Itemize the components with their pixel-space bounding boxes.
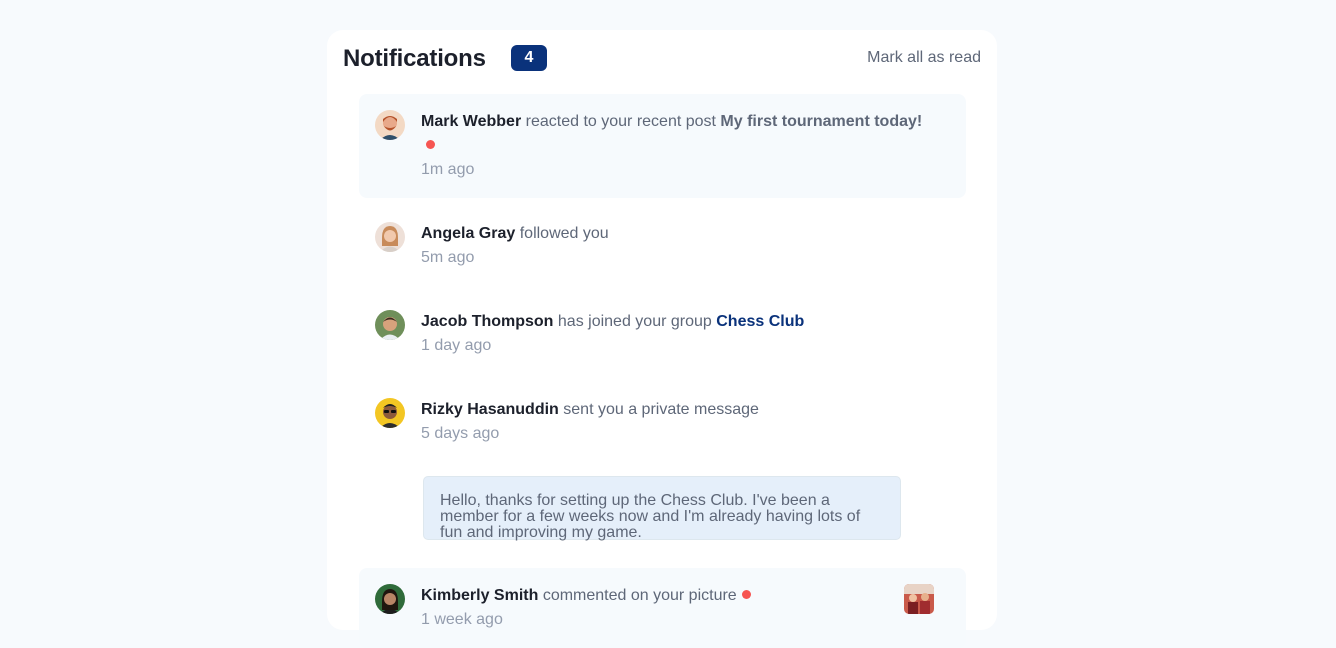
avatar[interactable]	[375, 310, 405, 340]
unread-dot	[426, 140, 435, 149]
avatar[interactable]	[375, 584, 405, 614]
notification-item[interactable]: Kimberly Smith commented on your picture…	[359, 568, 966, 648]
notification-item[interactable]: Rizky Hasanuddin sent you a private mess…	[359, 382, 966, 550]
notification-item[interactable]: Mark Webber reacted to your recent post …	[359, 94, 966, 198]
commented-picture-thumbnail[interactable]	[904, 584, 934, 614]
notification-time: 1 day ago	[421, 337, 492, 354]
notifications-card: Notifications 4 Mark all as read Mark We…	[327, 30, 997, 648]
notification-time: 5m ago	[421, 249, 475, 266]
notifications-header: Notifications 4 Mark all as read	[343, 44, 981, 74]
notification-group-link[interactable]: Chess Club	[716, 313, 804, 330]
notification-text: Jacob Thompson has joined your group Che…	[421, 310, 931, 358]
notification-item[interactable]: Angela Gray followed you 5m ago	[359, 206, 966, 286]
notification-text: Rizky Hasanuddin sent you a private mess…	[421, 398, 931, 446]
notification-post-link[interactable]: My first tournament today!	[720, 113, 922, 130]
mark-all-read-button[interactable]: Mark all as read	[867, 49, 981, 67]
notification-text: Kimberly Smith commented on your picture…	[421, 584, 931, 632]
unread-count-badge: 4	[511, 45, 547, 71]
notification-action: has joined your group	[557, 313, 712, 330]
notification-user-name[interactable]: Rizky Hasanuddin	[421, 401, 559, 418]
notification-action: reacted to your recent post	[525, 113, 716, 130]
private-message-preview[interactable]: Hello, thanks for setting up the Chess C…	[423, 476, 901, 541]
notification-time: 5 days ago	[421, 425, 500, 442]
notification-user-name[interactable]: Kimberly Smith	[421, 587, 538, 604]
notification-user-name[interactable]: Jacob Thompson	[421, 313, 553, 330]
notification-action: commented on your picture	[542, 587, 737, 604]
notification-user-name[interactable]: Angela Gray	[421, 225, 515, 242]
unread-dot	[741, 590, 751, 599]
notification-time: 1m ago	[421, 161, 475, 178]
avatar[interactable]	[375, 222, 405, 252]
notification-text: Mark Webber reacted to your recent post …	[421, 110, 931, 182]
page-title: Notifications	[343, 45, 486, 72]
avatar[interactable]	[375, 398, 405, 428]
notification-item[interactable]: Jacob Thompson has joined your group Che…	[359, 294, 966, 374]
avatar[interactable]	[375, 110, 405, 140]
notification-action: followed you	[519, 225, 609, 242]
notification-action: sent you a private message	[563, 401, 759, 418]
notification-text: Angela Gray followed you 5m ago	[421, 222, 931, 270]
notification-user-name[interactable]: Mark Webber	[421, 113, 521, 130]
notification-time: 1 week ago	[421, 611, 503, 628]
